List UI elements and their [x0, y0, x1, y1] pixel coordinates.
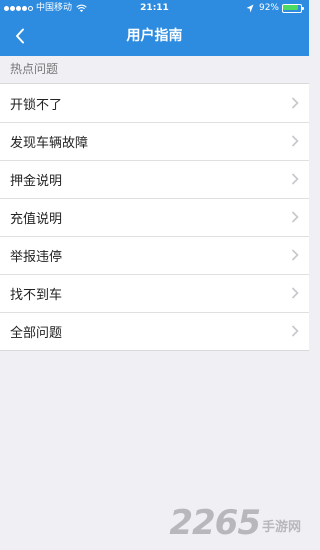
- page-title: 用户指南: [126, 28, 183, 44]
- chevron-right-icon: [291, 249, 299, 261]
- status-right: 92%: [246, 0, 304, 16]
- status-bar: 中国移动 21:11 92%: [0, 0, 309, 16]
- nav-bar: 用户指南: [0, 16, 309, 56]
- faq-item-report-parking[interactable]: 举报违停: [0, 236, 309, 274]
- header: 中国移动 21:11 92% 用户指南: [0, 0, 309, 56]
- faq-item-label: 充值说明: [10, 211, 63, 227]
- faq-item-label: 开锁不了: [10, 97, 63, 113]
- faq-item-label: 找不到车: [10, 287, 63, 303]
- user-guide-screen: 中国移动 21:11 92% 用户指南 热点问题 开锁不了 发现车辆故障 押金说…: [0, 0, 309, 550]
- faq-item-all-questions[interactable]: 全部问题: [0, 312, 309, 350]
- faq-item-label: 全部问题: [10, 325, 63, 341]
- chevron-right-icon: [291, 287, 299, 299]
- faq-item-unlock-failed[interactable]: 开锁不了: [0, 84, 309, 122]
- faq-item-deposit[interactable]: 押金说明: [0, 160, 309, 198]
- location-arrow-icon: [246, 4, 254, 12]
- chevron-right-icon: [291, 211, 299, 223]
- watermark-logo: 2265 手游网: [169, 506, 301, 540]
- chevron-right-icon: [291, 135, 299, 147]
- faq-item-label: 押金说明: [10, 173, 63, 189]
- faq-item-vehicle-fault[interactable]: 发现车辆故障: [0, 122, 309, 160]
- chevron-right-icon: [291, 173, 299, 185]
- battery-percent: 92%: [258, 3, 279, 13]
- watermark-number: 2265: [169, 503, 261, 543]
- chevron-right-icon: [291, 325, 299, 337]
- faq-item-label: 举报违停: [10, 249, 63, 265]
- watermark-text: 手游网: [261, 520, 301, 535]
- faq-item-recharge[interactable]: 充值说明: [0, 198, 309, 236]
- faq-list: 开锁不了 发现车辆故障 押金说明 充值说明 举报违停 找不到车 全部问题: [0, 83, 309, 351]
- battery-icon: [282, 3, 304, 13]
- faq-item-cannot-find-bike[interactable]: 找不到车: [0, 274, 309, 312]
- faq-item-label: 发现车辆故障: [10, 135, 89, 151]
- section-header: 热点问题: [10, 62, 59, 76]
- chevron-right-icon: [291, 97, 299, 109]
